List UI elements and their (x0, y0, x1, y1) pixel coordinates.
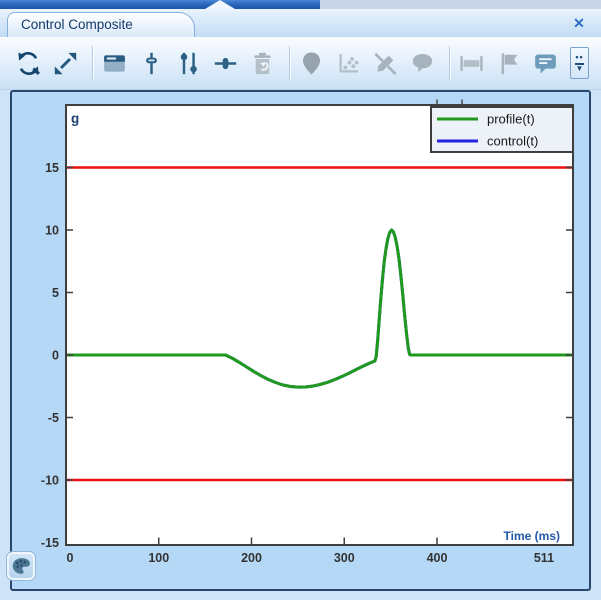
toolbar-separator (289, 46, 291, 80)
toolbar-separator (92, 46, 94, 80)
y-tick-label: 5 (52, 286, 59, 300)
tab-bar: Control Composite ✕ (0, 9, 601, 37)
title-strip (0, 0, 601, 9)
marker-pin-icon (298, 50, 325, 77)
draw-disabled-icon (372, 50, 399, 77)
legend-label: control(t) (487, 134, 538, 149)
composite-plot-canvas[interactable]: 15 10 5 0 -5 -10 -15 0 100 200 300 400 511 g Time (ms)… (10, 90, 591, 591)
x-axis-label: Time (ms) (504, 529, 560, 543)
chevron-down-icon: ▼ (576, 65, 584, 73)
palette-icon (10, 555, 32, 577)
overflow-dots: •• (575, 54, 583, 60)
fit-expand-icon[interactable] (52, 50, 79, 77)
vertical-cursor-icon[interactable] (138, 50, 165, 77)
speech-bubble-icon (409, 50, 436, 77)
flag-marker-icon (495, 50, 522, 77)
y-axis-unit-label: g (71, 111, 79, 126)
y-tick-label: 10 (45, 224, 59, 238)
measure-band-icon (458, 50, 485, 77)
y-tick-label: -15 (41, 536, 59, 550)
y-tick-label: -5 (48, 411, 59, 425)
x-tick-label: 200 (241, 551, 262, 565)
x-tick-label: 511 (534, 551, 554, 565)
tab-notch (205, 0, 235, 9)
horizontal-slider-icon[interactable] (212, 50, 239, 77)
note-comment-icon[interactable] (532, 50, 559, 77)
toolbar-overflow-button[interactable]: •• ▼ (570, 47, 589, 79)
scatter-points-icon (335, 50, 362, 77)
x-tick-label: 0 (67, 551, 74, 565)
zoom-refresh-icon[interactable] (15, 50, 42, 77)
panel-display-icon[interactable] (101, 50, 128, 77)
palette-button[interactable] (7, 552, 35, 580)
toolbar-separator (449, 46, 451, 80)
tab-title: Control Composite (21, 17, 133, 32)
y-tick-label: 0 (52, 349, 59, 363)
x-tick-label: 400 (427, 551, 448, 565)
plot-panel: 15 10 5 0 -5 -10 -15 0 100 200 300 400 511 g Time (ms)… (10, 90, 591, 591)
legend-label: profile(t) (487, 112, 535, 127)
x-tick-label: 300 (334, 551, 355, 565)
plot-toolbar (0, 37, 601, 90)
x-tick-label: 100 (148, 551, 169, 565)
delete-restore-icon (249, 50, 276, 77)
close-icon[interactable]: ✕ (570, 14, 588, 32)
dual-sliders-icon[interactable] (175, 50, 202, 77)
y-tick-label: 15 (45, 161, 59, 175)
title-strip-highlight (0, 0, 320, 9)
tab-control-composite[interactable]: Control Composite (7, 12, 195, 37)
y-tick-label: -10 (41, 474, 59, 488)
